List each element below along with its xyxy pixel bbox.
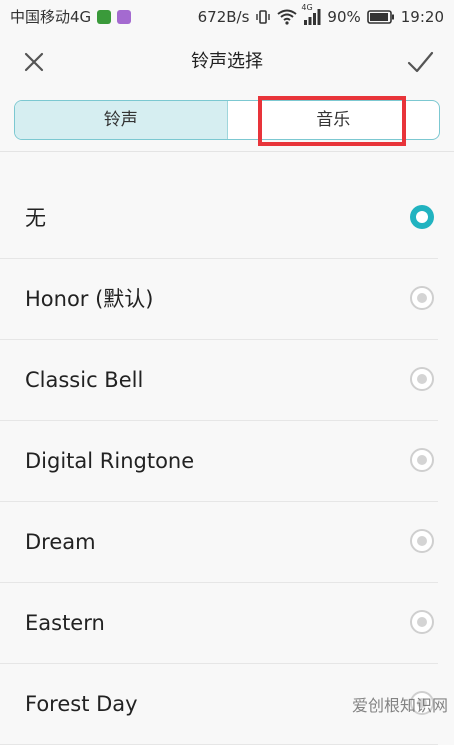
radio-unselected[interactable] — [410, 448, 434, 472]
ringtone-label: Eastern — [25, 611, 105, 635]
ringtone-list: 无 Honor (默认) Classic Bell Digital Ringto… — [0, 178, 454, 745]
status-left: 中国移动4G — [10, 8, 132, 26]
page-title: 铃声选择 — [191, 51, 263, 72]
checkmark-icon — [407, 51, 434, 73]
confirm-button[interactable] — [406, 49, 434, 75]
network-type-label: 4G — [301, 3, 313, 12]
radio-unselected[interactable] — [410, 610, 434, 634]
list-item[interactable]: 无 — [0, 178, 438, 259]
tab-ringtone[interactable]: 铃声 — [15, 101, 228, 139]
list-item[interactable]: Honor (默认) — [0, 259, 438, 340]
status-right: 672B/s 4G 90% 19:20 — [197, 3, 444, 26]
ringtone-label: Digital Ringtone — [25, 449, 195, 473]
clock-time: 19:20 — [400, 8, 444, 26]
signal-icon: 4G — [301, 3, 321, 25]
network-speed: 672B/s — [197, 8, 250, 26]
ringtone-label: Forest Day — [25, 692, 138, 716]
list-item[interactable]: Classic Bell — [0, 340, 438, 421]
carrier-label: 中国移动4G — [10, 8, 92, 26]
list-item[interactable]: Dream — [0, 502, 438, 583]
ringtone-label: 无 — [25, 206, 46, 230]
watermark-text: 爱创根知识网 — [351, 696, 448, 715]
header-divider — [0, 151, 454, 152]
close-icon — [24, 52, 44, 72]
radio-selected[interactable] — [410, 205, 434, 229]
gallery-notification-icon — [117, 10, 132, 24]
list-item[interactable]: Digital Ringtone — [0, 421, 438, 502]
ringtone-label: Dream — [25, 530, 96, 554]
close-button[interactable] — [22, 50, 46, 74]
wechat-notification-icon — [97, 10, 112, 24]
list-item[interactable]: Eastern — [0, 583, 438, 664]
wifi-icon — [277, 9, 298, 25]
battery-percent: 90% — [327, 8, 361, 26]
vibrate-icon — [255, 9, 271, 25]
status-bar: 中国移动4G 672B/s 4G 90% 19:20 — [0, 0, 454, 34]
radio-unselected[interactable] — [410, 367, 434, 391]
toolbar: 铃声选择 — [0, 34, 454, 90]
radio-unselected[interactable] — [410, 529, 434, 553]
radio-unselected[interactable] — [410, 286, 434, 310]
battery-icon — [366, 10, 395, 24]
ringtone-label: Classic Bell — [25, 368, 144, 392]
highlight-annotation-box — [258, 96, 406, 146]
ringtone-label: Honor (默认) — [25, 287, 154, 311]
